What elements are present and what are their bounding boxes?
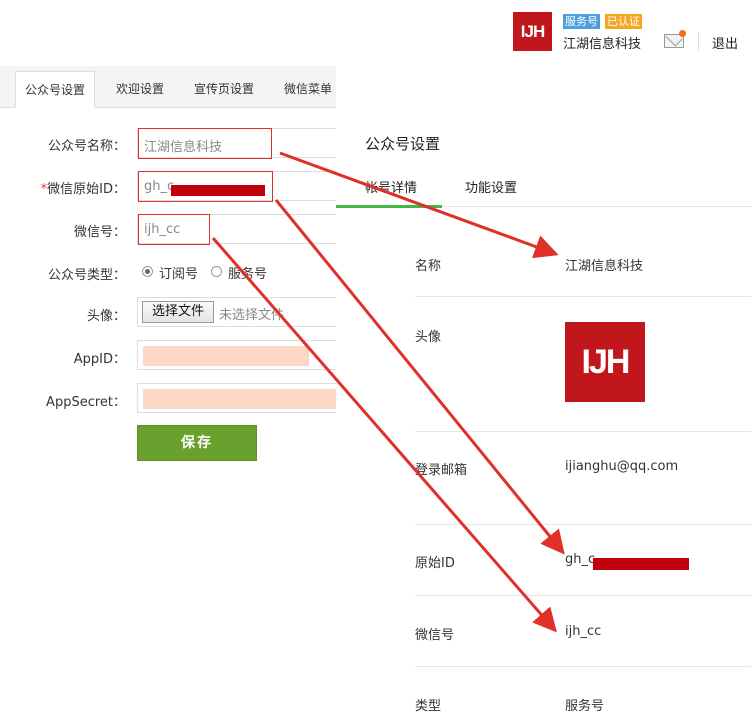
account-name[interactable]: 江湖信息科技 — [563, 33, 641, 52]
detail-original-id-label: 原始ID — [415, 556, 455, 571]
service-radio[interactable] — [211, 266, 222, 277]
account-type-label: 公众号类型： — [47, 268, 126, 283]
no-file-text: 未选择文件 — [219, 308, 285, 323]
subscription-radio-label[interactable]: 订阅号 — [159, 263, 198, 282]
appsecret-label: AppSecret： — [46, 395, 126, 410]
account-details-panel: 公众号设置 帐号详情 功能设置 名称 江湖信息科技 头像 IJH 登录邮箱 ij… — [336, 102, 751, 726]
service-radio-label[interactable]: 服务号 — [228, 263, 267, 282]
appsecret-field[interactable] — [137, 383, 337, 413]
notification-dot-icon — [679, 30, 686, 37]
details-page-title: 公众号设置 — [365, 135, 441, 153]
header-divider — [698, 32, 699, 50]
detail-wechat-id-value: ijh_cc — [565, 624, 602, 639]
tab-account-details[interactable]: 帐号详情 — [365, 177, 417, 196]
row-divider — [415, 666, 751, 667]
appsecret-redaction — [143, 389, 337, 409]
name-label: 公众号名称： — [47, 139, 126, 154]
verified-badge: 已认证 — [605, 14, 642, 29]
tab-wechat-menu[interactable]: 微信菜单 — [274, 71, 336, 108]
row-divider — [415, 431, 751, 432]
row-divider — [415, 524, 751, 525]
subscription-radio[interactable] — [142, 266, 153, 277]
row-divider — [415, 595, 751, 596]
appid-label: AppID： — [73, 352, 126, 367]
choose-file-button[interactable]: 选择文件 — [142, 301, 214, 323]
tab-welcome-settings[interactable]: 欢迎设置 — [104, 71, 176, 108]
active-tab-indicator — [336, 205, 442, 208]
appid-redaction — [143, 346, 309, 366]
tab-feature-settings[interactable]: 功能设置 — [465, 177, 517, 196]
logout-link[interactable]: 退出 — [712, 33, 738, 52]
row-divider — [415, 296, 751, 297]
detail-type-label: 类型 — [415, 699, 442, 714]
name-highlight-box — [138, 128, 272, 159]
detail-email-value: ijianghu@qq.com — [565, 459, 679, 474]
detail-wechat-id-label: 微信号 — [415, 628, 455, 643]
save-button[interactable]: 保存 — [137, 425, 257, 461]
tab-promo-page-settings[interactable]: 宣传页设置 — [184, 71, 264, 108]
detail-type-value: 服务号 — [565, 699, 605, 714]
tab-account-settings[interactable]: 公众号设置 — [15, 71, 95, 108]
avatar-label: 头像： — [86, 309, 126, 324]
service-account-badge: 服务号 — [563, 14, 600, 29]
detail-name-value: 江湖信息科技 — [565, 259, 644, 274]
detail-avatar-label: 头像 — [415, 330, 442, 345]
top-header: IJH 服务号 已认证 江湖信息科技 退出 — [0, 0, 751, 66]
original-id-label: *微信原始ID： — [40, 182, 126, 197]
wechat-id-highlight-box — [138, 214, 210, 245]
settings-tabbar: 公众号设置 欢迎设置 宣传页设置 微信菜单 — [0, 66, 336, 108]
settings-form-panel: 公众号设置 欢迎设置 宣传页设置 微信菜单 公众号名称： 江湖信息科技 *微信原… — [0, 66, 337, 726]
original-id-highlight-box — [138, 171, 273, 202]
account-logo: IJH — [513, 12, 552, 51]
detail-email-label: 登录邮箱 — [415, 463, 468, 478]
detail-name-label: 名称 — [415, 259, 442, 274]
detail-original-id-value: gh_c — [565, 552, 596, 567]
appid-field[interactable] — [137, 340, 336, 370]
wechat-id-label: 微信号： — [73, 225, 126, 240]
detail-avatar-image: IJH — [565, 322, 645, 402]
detail-original-id-redaction — [593, 558, 689, 570]
